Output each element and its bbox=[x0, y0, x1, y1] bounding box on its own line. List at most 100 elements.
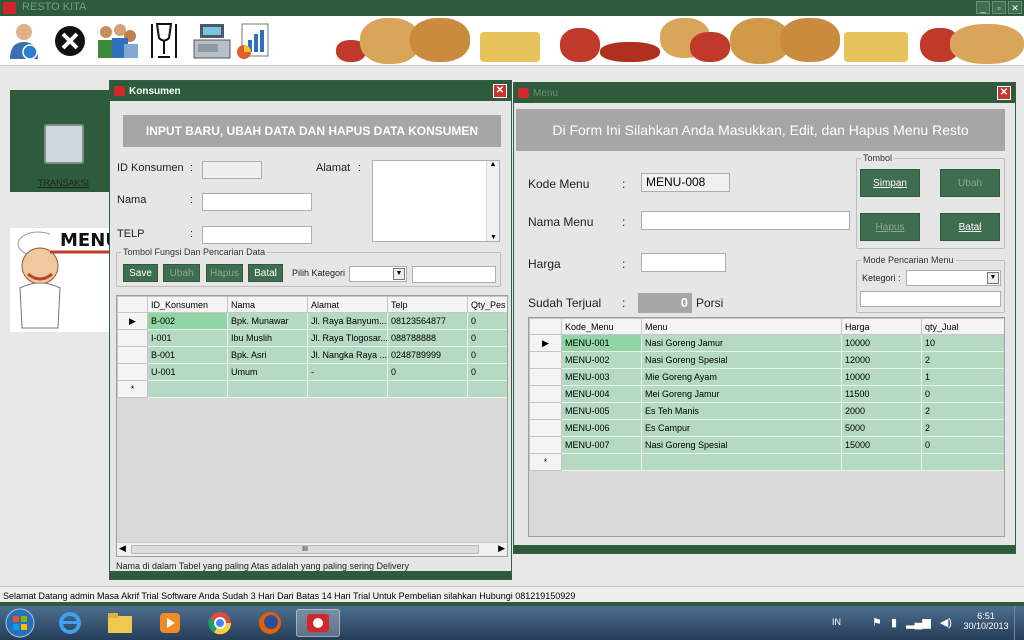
report-chart-icon[interactable] bbox=[236, 22, 272, 60]
row-header[interactable] bbox=[529, 402, 562, 420]
tray-icons[interactable]: ⚑ ▮ ▂▄▆ ◀) bbox=[872, 616, 952, 629]
column-header[interactable]: Qty_Pes bbox=[467, 296, 507, 313]
table-cell[interactable]: Bpk. Asri bbox=[227, 346, 308, 364]
table-cell[interactable]: Mei Goreng Jamur bbox=[641, 385, 842, 403]
chevron-down-icon[interactable]: ▼ bbox=[393, 268, 405, 280]
save-button[interactable]: Save bbox=[123, 264, 158, 282]
alamat-scrollbar[interactable]: ▲ ▼ bbox=[486, 161, 499, 241]
table-cell[interactable]: Es Campur bbox=[641, 419, 842, 437]
firefox-icon[interactable] bbox=[248, 609, 292, 637]
clock[interactable]: 6:51 30/10/2013 bbox=[962, 611, 1010, 631]
table-cell[interactable]: Es Teh Manis bbox=[641, 402, 842, 420]
column-header[interactable]: Menu bbox=[641, 318, 842, 335]
horizontal-scrollbar[interactable]: ◀ III ▶ bbox=[117, 542, 507, 556]
row-header[interactable] bbox=[529, 436, 562, 454]
column-header[interactable]: Nama bbox=[227, 296, 308, 313]
table-cell[interactable]: B-002 bbox=[147, 312, 228, 330]
nama-menu-input[interactable] bbox=[641, 211, 850, 230]
flag-icon[interactable]: ⚑ bbox=[872, 617, 882, 629]
table-row[interactable]: I-001 Ibu Muslih Jl. Raya Tlogosar... 08… bbox=[117, 329, 507, 347]
table-cell[interactable]: MENU-004 bbox=[561, 385, 642, 403]
language-indicator[interactable]: IN bbox=[832, 617, 841, 627]
table-cell[interactable]: U-001 bbox=[147, 363, 228, 381]
menu-close-button[interactable]: ✕ bbox=[997, 86, 1011, 100]
table-cell[interactable]: 0 bbox=[467, 363, 507, 381]
table-row[interactable]: U-001 Umum - 0 0 bbox=[117, 363, 507, 381]
scroll-up-icon[interactable]: ▲ bbox=[487, 161, 499, 168]
volume-icon[interactable]: ◀) bbox=[940, 617, 952, 629]
konsumen-close-button[interactable]: ✕ bbox=[493, 84, 507, 98]
table-cell[interactable]: Ibu Muslih bbox=[227, 329, 308, 347]
batal-button[interactable]: Batal bbox=[248, 264, 283, 282]
table-cell[interactable]: 1 bbox=[921, 368, 1004, 386]
table-row[interactable]: MENU-005 Es Teh Manis 2000 2 bbox=[529, 402, 1004, 420]
table-cell[interactable]: MENU-006 bbox=[561, 419, 642, 437]
scroll-right-icon[interactable]: ▶ bbox=[498, 543, 505, 554]
table-cell[interactable]: 5000 bbox=[841, 419, 922, 437]
network-icon[interactable]: ▮ bbox=[891, 617, 897, 629]
table-cell[interactable]: 0 bbox=[467, 329, 507, 347]
row-header[interactable] bbox=[529, 368, 562, 386]
table-cell[interactable]: 2 bbox=[921, 419, 1004, 437]
column-header[interactable]: qty_Jual bbox=[921, 318, 1004, 335]
table-cell[interactable]: 08123564877 bbox=[387, 312, 468, 330]
table-cell[interactable]: Bpk. Munawar bbox=[227, 312, 308, 330]
table-cell[interactable]: 0 bbox=[467, 312, 507, 330]
scroll-left-icon[interactable]: ◀ bbox=[119, 543, 126, 554]
exit-icon[interactable] bbox=[52, 22, 88, 60]
table-cell[interactable]: 15000 bbox=[841, 436, 922, 454]
table-row[interactable]: ▶ MENU-001 Nasi Goreng Jamur 10000 10 bbox=[529, 334, 1004, 352]
chevron-down-icon[interactable]: ▼ bbox=[987, 272, 999, 284]
scroll-down-icon[interactable]: ▼ bbox=[487, 234, 500, 241]
column-header[interactable]: Telp bbox=[387, 296, 468, 313]
row-header[interactable] bbox=[117, 363, 148, 381]
ie-icon[interactable] bbox=[48, 609, 92, 637]
table-row[interactable]: B-001 Bpk. Asri Jl. Nangka Raya ... 0248… bbox=[117, 346, 507, 364]
row-header[interactable] bbox=[117, 329, 148, 347]
table-cell[interactable]: 2 bbox=[921, 351, 1004, 369]
media-player-icon[interactable] bbox=[148, 609, 192, 637]
table-row[interactable]: MENU-007 Nasi Goreng Spesial 15000 0 bbox=[529, 436, 1004, 454]
table-cell[interactable]: Nasi Goreng Jamur bbox=[641, 334, 842, 352]
table-cell[interactable]: 12000 bbox=[841, 351, 922, 369]
transaksi-button[interactable]: TRANSAKSI bbox=[10, 90, 110, 192]
chrome-icon[interactable] bbox=[198, 609, 242, 637]
table-cell[interactable]: MENU-007 bbox=[561, 436, 642, 454]
alamat-textarea[interactable] bbox=[372, 160, 500, 242]
kategori-select[interactable]: ▼ bbox=[349, 266, 407, 282]
table-cell[interactable]: 0 bbox=[387, 363, 468, 381]
scroll-thumb[interactable]: III bbox=[131, 545, 479, 554]
hapus-button[interactable]: Hapus bbox=[860, 213, 920, 241]
kode-menu-input[interactable]: MENU-008 bbox=[641, 173, 730, 192]
table-cell[interactable]: 10 bbox=[921, 334, 1004, 352]
table-cell[interactable]: Jl. Raya Banyum... bbox=[307, 312, 388, 330]
new-row[interactable]: * bbox=[529, 453, 1004, 471]
table-cell[interactable]: MENU-005 bbox=[561, 402, 642, 420]
show-desktop-button[interactable] bbox=[1014, 606, 1024, 640]
start-button[interactable] bbox=[2, 608, 38, 638]
table-cell[interactable]: B-001 bbox=[147, 346, 228, 364]
maximize-button[interactable]: ▫ bbox=[992, 1, 1006, 14]
new-row[interactable]: * bbox=[117, 380, 507, 398]
simpan-button[interactable]: Simpan bbox=[860, 169, 920, 197]
cash-register-icon[interactable] bbox=[192, 22, 232, 60]
table-cell[interactable]: 0 bbox=[921, 436, 1004, 454]
signal-icon[interactable]: ▂▄▆ bbox=[906, 617, 931, 629]
close-app-button[interactable]: ✕ bbox=[1008, 1, 1022, 14]
table-cell[interactable]: Jl. Nangka Raya ... bbox=[307, 346, 388, 364]
explorer-icon[interactable] bbox=[98, 609, 142, 637]
wine-glass-icon[interactable] bbox=[146, 22, 182, 60]
kategori-select[interactable]: ▼ bbox=[906, 270, 1001, 286]
row-header[interactable] bbox=[117, 346, 148, 364]
table-cell[interactable]: 11500 bbox=[841, 385, 922, 403]
ubah-button[interactable]: Ubah bbox=[163, 264, 200, 282]
column-header[interactable]: Harga bbox=[841, 318, 922, 335]
table-cell[interactable]: Nasi Goreng Spesial bbox=[641, 351, 842, 369]
customers-icon[interactable] bbox=[94, 22, 140, 60]
table-cell[interactable]: - bbox=[307, 363, 388, 381]
table-cell[interactable]: 0248789999 bbox=[387, 346, 468, 364]
table-cell[interactable]: MENU-002 bbox=[561, 351, 642, 369]
table-cell[interactable]: Jl. Raya Tlogosar... bbox=[307, 329, 388, 347]
table-cell[interactable]: MENU-001 bbox=[561, 334, 642, 352]
batal-button[interactable]: Batal bbox=[940, 213, 1000, 241]
